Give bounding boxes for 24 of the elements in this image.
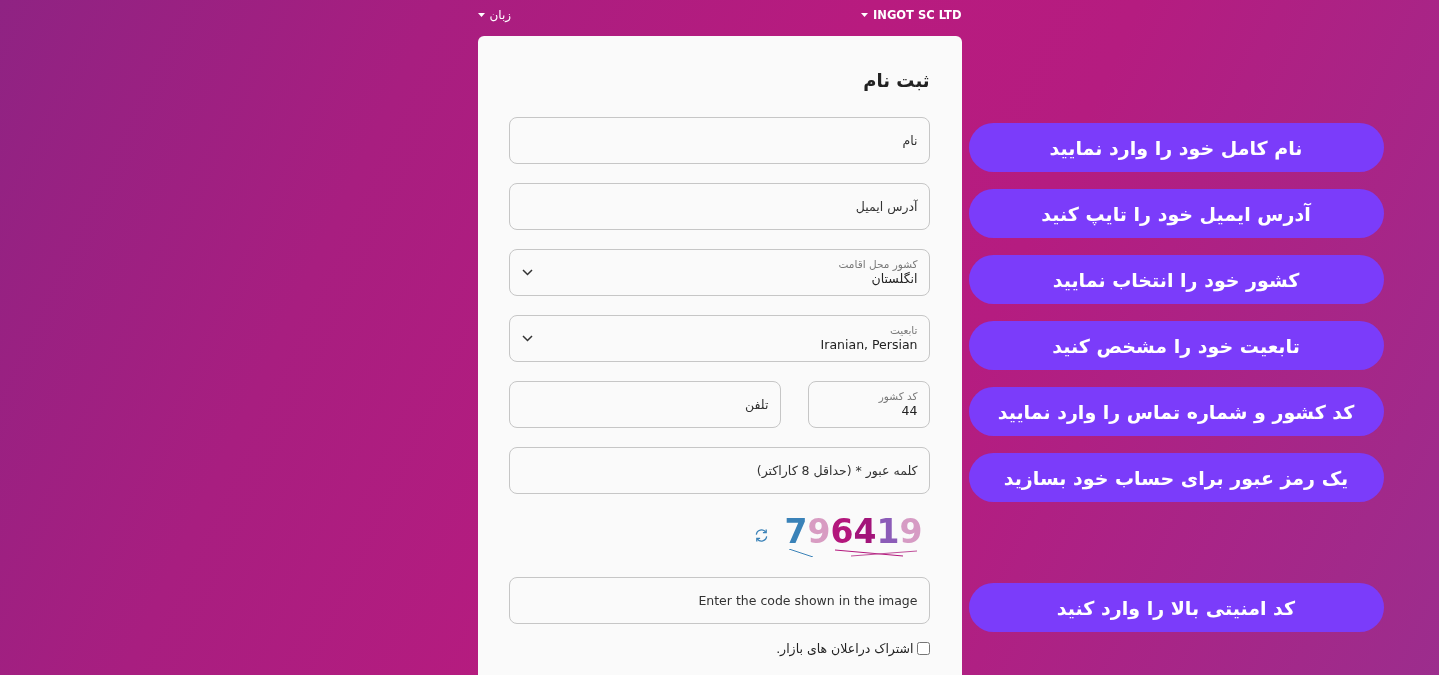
phone-field[interactable]: تلفن bbox=[508, 381, 781, 428]
caret-icon bbox=[477, 12, 485, 17]
instruction-callout: تابعیت خود را مشخص کنید bbox=[968, 321, 1384, 370]
instruction-callout: یک رمز عبور برای حساب خود بسازید bbox=[968, 453, 1384, 502]
caret-icon bbox=[861, 12, 868, 17]
input-field[interactable]: Enter the code shown in the image bbox=[508, 577, 930, 624]
input-field[interactable]: آدرس ایمیل bbox=[508, 183, 930, 230]
input-field[interactable]: نام bbox=[508, 117, 930, 164]
instruction-callout: کد امنیتی بالا را وارد کنید bbox=[968, 583, 1384, 632]
instruction-callout: کشور خود را انتخاب نمایید bbox=[968, 255, 1384, 304]
chevron-down-icon bbox=[521, 335, 533, 342]
refresh-icon[interactable] bbox=[753, 528, 769, 543]
form-title: ثبت نام bbox=[863, 69, 930, 93]
password-field[interactable]: کلمه عبور * (حداقل 8 کاراکتر) bbox=[508, 447, 930, 494]
chevron-down-icon bbox=[521, 269, 533, 276]
language-dropdown[interactable]: زبان bbox=[477, 7, 512, 22]
checkbox[interactable] bbox=[916, 642, 930, 655]
captcha-code: 796419 bbox=[784, 514, 923, 549]
instruction-callout: کد کشور و شماره تماس را وارد نمایید bbox=[968, 387, 1384, 436]
instruction-callout: آدرس ایمیل خود را تایپ کنید bbox=[968, 189, 1384, 238]
select-field[interactable]: کشور محل اقامت انگلستان bbox=[508, 249, 930, 296]
instruction-callout: نام کامل خود را وارد نمایید bbox=[968, 123, 1384, 172]
company-dropdown[interactable]: INGOT SC LTD bbox=[861, 7, 962, 22]
checkbox-label: اشتراک دراعلان های بازار. bbox=[776, 641, 914, 656]
